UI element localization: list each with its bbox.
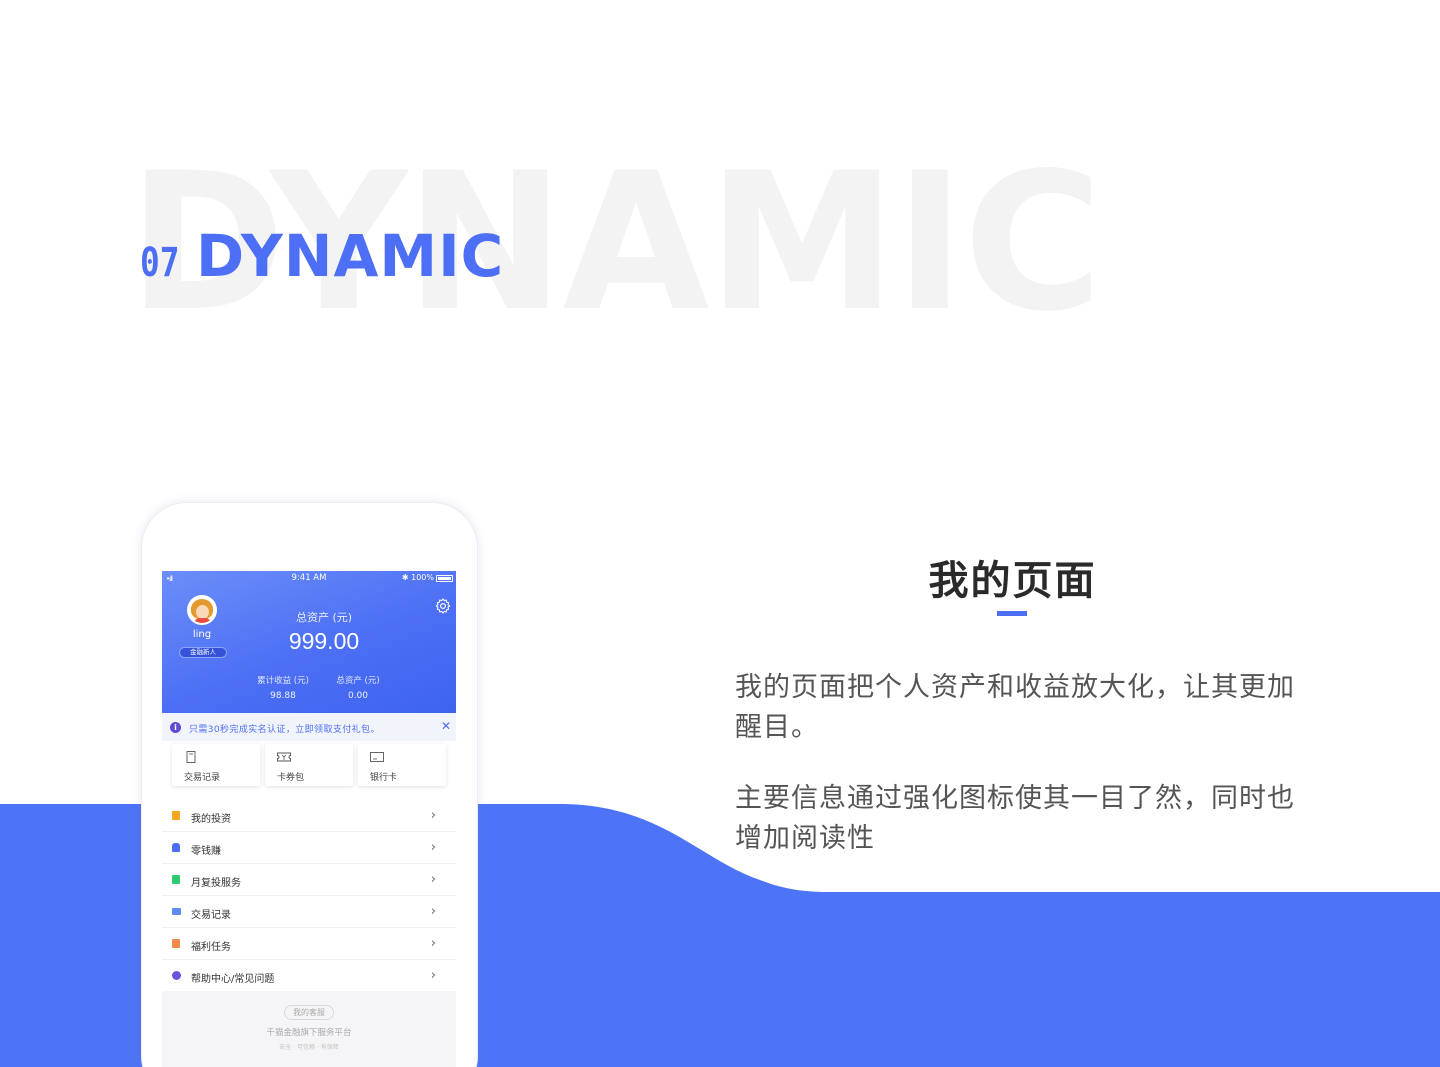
stat-label: 总资产 (元) [336,676,380,686]
chevron-right-icon: › [430,968,436,983]
card-transactions[interactable]: 交易记录 [172,744,260,786]
bank-card-icon [370,752,384,762]
close-icon[interactable]: ✕ [441,719,451,733]
title-underline [997,611,1027,616]
menu-label: 月复投服务 [191,878,241,889]
grid-icon [172,875,180,884]
card-coupons[interactable]: 卡券包 [265,744,353,786]
menu-item-investments[interactable]: 我的投资 › [162,800,456,832]
menu-item-transactions[interactable]: 交易记录 › [162,896,456,928]
notice-text: 只需30秒完成实名认证，立即领取支付礼包。 [189,725,380,735]
menu-label: 交易记录 [191,910,231,921]
document-icon [186,751,196,763]
customer-service-button[interactable]: 我的客服 [284,1005,334,1020]
stat-label: 累计收益 (元) [257,676,309,686]
card-label: 交易记录 [184,773,221,783]
investment-icon [172,811,180,820]
stat-cumulative-earnings: 累计收益 (元) 98.88 [243,674,323,701]
status-bar: •ıll 9:41 AM ✱ 100% [162,572,456,586]
stat-total-assets: 总资产 (元) 0.00 [318,674,398,701]
battery-icon [436,575,453,582]
chevron-right-icon: › [430,936,436,951]
page-title: 我的页面 [928,558,1097,604]
money-bag-icon [172,843,180,852]
assets-header: •ıll 9:41 AM ✱ 100% ling 金融新人 总资产 (元) 99… [162,571,456,713]
menu-label: 福利任务 [191,942,231,953]
verification-notice[interactable]: i 只需30秒完成实名认证，立即领取支付礼包。 ✕ [162,713,456,741]
chevron-right-icon: › [430,808,436,823]
gift-icon [172,939,180,948]
menu-item-rewards[interactable]: 福利任务 › [162,928,456,960]
info-icon: i [170,722,181,733]
menu-item-reinvest[interactable]: 月复投服务 › [162,864,456,896]
section-number: 07 [140,240,180,286]
menu-label: 我的投资 [191,814,231,825]
menu-item-pocket-money[interactable]: 零钱赚 › [162,832,456,864]
chevron-right-icon: › [430,904,436,919]
card-icon [172,908,181,915]
description-paragraph-1: 我的页面把个人资产和收益放大化，让其更加醒目。 [735,672,1295,743]
menu-item-help[interactable]: 帮助中心/常见问题 › [162,960,456,992]
trust-tags: 安全 · 可信赖 · 有保障 [279,1044,339,1051]
help-icon [172,971,181,980]
platform-text: 千猫金融旗下服务平台 [266,1028,352,1038]
section-heading: 07 DYNAMIC [140,222,504,290]
card-label: 银行卡 [370,773,398,783]
chevron-right-icon: › [430,840,436,855]
quick-cards: 交易记录 卡券包 银行卡 [172,744,448,786]
total-assets-label: 总资产 (元) [295,611,353,624]
ticket-icon [277,752,291,762]
battery-text: ✱ 100% [401,573,434,582]
description-paragraph-2: 主要信息通过强化图标使其一目了然，同时也增加阅读性 [735,783,1295,854]
stat-value: 98.88 [270,691,296,701]
menu-label: 帮助中心/常见问题 [191,974,275,985]
section-title-en: DYNAMIC [196,222,505,290]
total-assets-value: 999.00 [288,628,360,654]
stat-value: 0.00 [347,691,369,701]
chevron-right-icon: › [430,872,436,887]
card-bank[interactable]: 银行卡 [358,744,446,786]
footer: 我的客服 千猫金融旗下服务平台 安全 · 可信赖 · 有保障 [162,991,456,1067]
menu-label: 零钱赚 [191,846,221,857]
menu-list: 我的投资 › 零钱赚 › 月复投服务 › 交易记录 › 福利任务 › 帮助中心/… [162,800,456,992]
card-label: 卡券包 [277,773,305,783]
phone-screen: •ıll 9:41 AM ✱ 100% ling 金融新人 总资产 (元) 99… [162,571,456,1067]
